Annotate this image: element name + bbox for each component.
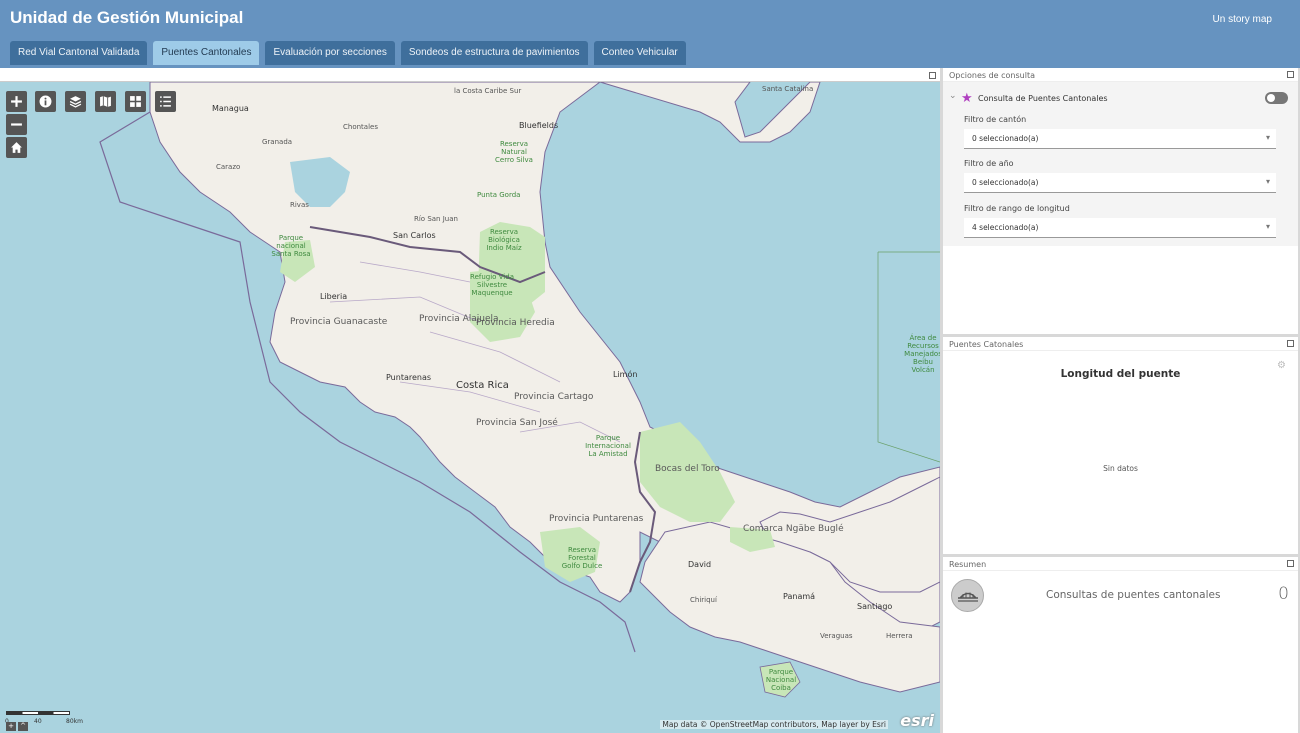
zoom-out-icon (11, 123, 22, 126)
tab-conteo[interactable]: Conteo Vehicular (593, 41, 686, 65)
home-button[interactable] (6, 137, 27, 158)
map-label-indio-maiz: Reserva Biológica Indio Maíz (486, 228, 522, 252)
legend-list-icon (160, 96, 171, 107)
map-label-bluefields: Bluefields (519, 121, 559, 130)
filter-length-select[interactable]: 4 seleccionado(a) (964, 218, 1276, 238)
map-label-coiba: Parque Nacional Coiba (765, 668, 797, 692)
basemap-icon (100, 96, 111, 107)
tab-sondeos[interactable]: Sondeos de estructura de pavimientos (400, 41, 588, 65)
home-icon (11, 142, 22, 153)
map-label-herrera: Herrera (886, 632, 913, 640)
map-label-chiriqui: Chiriquí (690, 596, 717, 604)
map-label-prov-puntarenas: Provincia Puntarenas (549, 514, 644, 524)
map-label-veraguas: Veraguas (820, 632, 853, 640)
map-label-rio-san-juan: Río San Juan (414, 215, 458, 223)
query-panel-header: Opciones de consulta (943, 68, 1298, 82)
map-label-david: David (688, 560, 712, 569)
map-label-san-carlos: San Carlos (393, 231, 436, 240)
zoom-in-button[interactable] (6, 91, 27, 112)
map-label-liberia: Liberia (320, 292, 348, 301)
map-label-limon: Limón (613, 370, 638, 379)
info-icon (39, 95, 52, 108)
layers-icon (69, 96, 82, 108)
map-label-panama: Panamá (783, 592, 816, 601)
map-label-granada: Granada (262, 138, 293, 146)
query-title: Consulta de Puentes Cantonales (978, 94, 1108, 103)
map-label-punta-gorda: Punta Gorda (477, 191, 521, 199)
summary-maximize-icon[interactable] (1287, 560, 1294, 567)
query-options: ⌄ ★ Consulta de Puentes Cantonales Filtr… (943, 82, 1298, 246)
map-label-carazo: Carazo (216, 163, 241, 171)
filter-canton-label: Filtro de cantón (964, 115, 1027, 124)
query-panel-title: Opciones de consulta (949, 71, 1035, 80)
story-map-link[interactable]: Un story map (1213, 14, 1272, 25)
map-label-puntarenas: Puntarenas (386, 373, 432, 382)
map-label-area-recursos: Área de Recursos Manejados Beibu Volcán (904, 334, 940, 374)
map-label-san-jose: Provincia San José (476, 418, 558, 428)
map-label-chontales: Chontales (343, 123, 378, 131)
query-maximize-icon[interactable] (1287, 71, 1294, 78)
map-label-guanacaste: Provincia Guanacaste (290, 317, 388, 327)
chevron-down-icon[interactable]: ⌄ (949, 91, 957, 101)
map-panel[interactable]: Managua Granada Carazo Rivas Chontales l… (0, 68, 940, 733)
map-label-cerro-silva: Reserva Natural Cerro Silva (495, 140, 533, 164)
summary-panel-header: Resumen (943, 557, 1298, 571)
summary-panel: Resumen Consultas de puentes cantonales … (943, 557, 1298, 733)
basemap-button[interactable] (95, 91, 116, 112)
scale-label-end: 80km (66, 718, 83, 725)
tab-bar: Red Vial Cantonal Validada Puentes Canto… (10, 41, 686, 65)
summary-panel-title: Resumen (949, 560, 987, 569)
map-label-santiago: Santiago (857, 602, 893, 611)
info-button[interactable] (35, 91, 56, 112)
chart-maximize-icon[interactable] (1287, 340, 1294, 347)
summary-label: Consultas de puentes cantonales (1046, 589, 1221, 601)
map-label-rivas: Rivas (290, 201, 309, 209)
map-label-golfo-dulce: Reserva Forestal Golfo Dulce (561, 546, 603, 570)
filter-year-select[interactable]: 0 seleccionado(a) (964, 173, 1276, 193)
mini-toggle-icon[interactable]: ^ (18, 722, 28, 731)
map-label-heredia: Provincia Heredia (476, 318, 555, 328)
app-title: Unidad de Gestión Municipal (10, 8, 244, 27)
map-label-maquenque: Refugio Vida Silvestre Maquenque (470, 273, 514, 297)
grid-icon (130, 96, 141, 107)
chart-panel-title: Puentes Catonales (949, 340, 1024, 349)
map-label-santa-rosa: Parque nacional Santa Rosa (271, 234, 311, 258)
map-label-cartago: Provincia Cartago (514, 392, 594, 402)
map-label-ngabe: Comarca Ngäbe Buglé (743, 524, 844, 534)
filter-canton-select[interactable]: 0 seleccionado(a) (964, 129, 1276, 149)
map-label-la-amistad: Parque Internacional La Amistad (585, 434, 631, 458)
chart-panel: Puentes Catonales ⚙ Longitud del puente … (943, 337, 1298, 554)
zoom-out-button[interactable] (6, 114, 27, 135)
mini-zoom-in-icon[interactable]: + (6, 722, 16, 731)
query-toggle[interactable] (1265, 92, 1288, 104)
tab-red-vial[interactable]: Red Vial Cantonal Validada (10, 41, 148, 65)
map-label-managua: Managua (212, 104, 249, 113)
legend-list-button[interactable] (155, 91, 176, 112)
map-maximize-icon[interactable] (929, 72, 936, 79)
esri-logo: esri (900, 711, 934, 730)
summary-count: 0 (1278, 584, 1289, 604)
chart-panel-header: Puentes Catonales (943, 337, 1298, 351)
map-attribution: Map data © OpenStreetMap contributors, M… (660, 720, 888, 729)
bridge-icon (951, 579, 984, 612)
map-label-santa-catalina: Santa Catalina (762, 85, 814, 93)
chart-title: Longitud del puente (1060, 368, 1181, 380)
map-label-bocas: Bocas del Toro (655, 464, 720, 474)
filter-year-label: Filtro de año (964, 159, 1014, 168)
star-icon: ★ (961, 91, 973, 106)
basemap[interactable] (0, 82, 940, 733)
no-data-text: Sin datos (1103, 464, 1138, 473)
map-topbar (0, 70, 940, 82)
tab-puentes-cantonales[interactable]: Puentes Cantonales (153, 41, 260, 65)
layers-button[interactable] (65, 91, 86, 112)
app-header: Unidad de Gestión Municipal Un story map… (0, 0, 1300, 68)
zoom-in-icon (11, 96, 22, 107)
grid-button[interactable] (125, 91, 146, 112)
scale-bar (6, 711, 70, 715)
filter-length-label: Filtro de rango de longitud (964, 204, 1070, 213)
scale-label-mid: 40 (34, 718, 42, 725)
tab-evaluacion[interactable]: Evaluación por secciones (265, 41, 395, 65)
map-label-costa-rica: Costa Rica (456, 380, 509, 391)
map-label-costa-caribe: la Costa Caribe Sur (454, 87, 522, 95)
